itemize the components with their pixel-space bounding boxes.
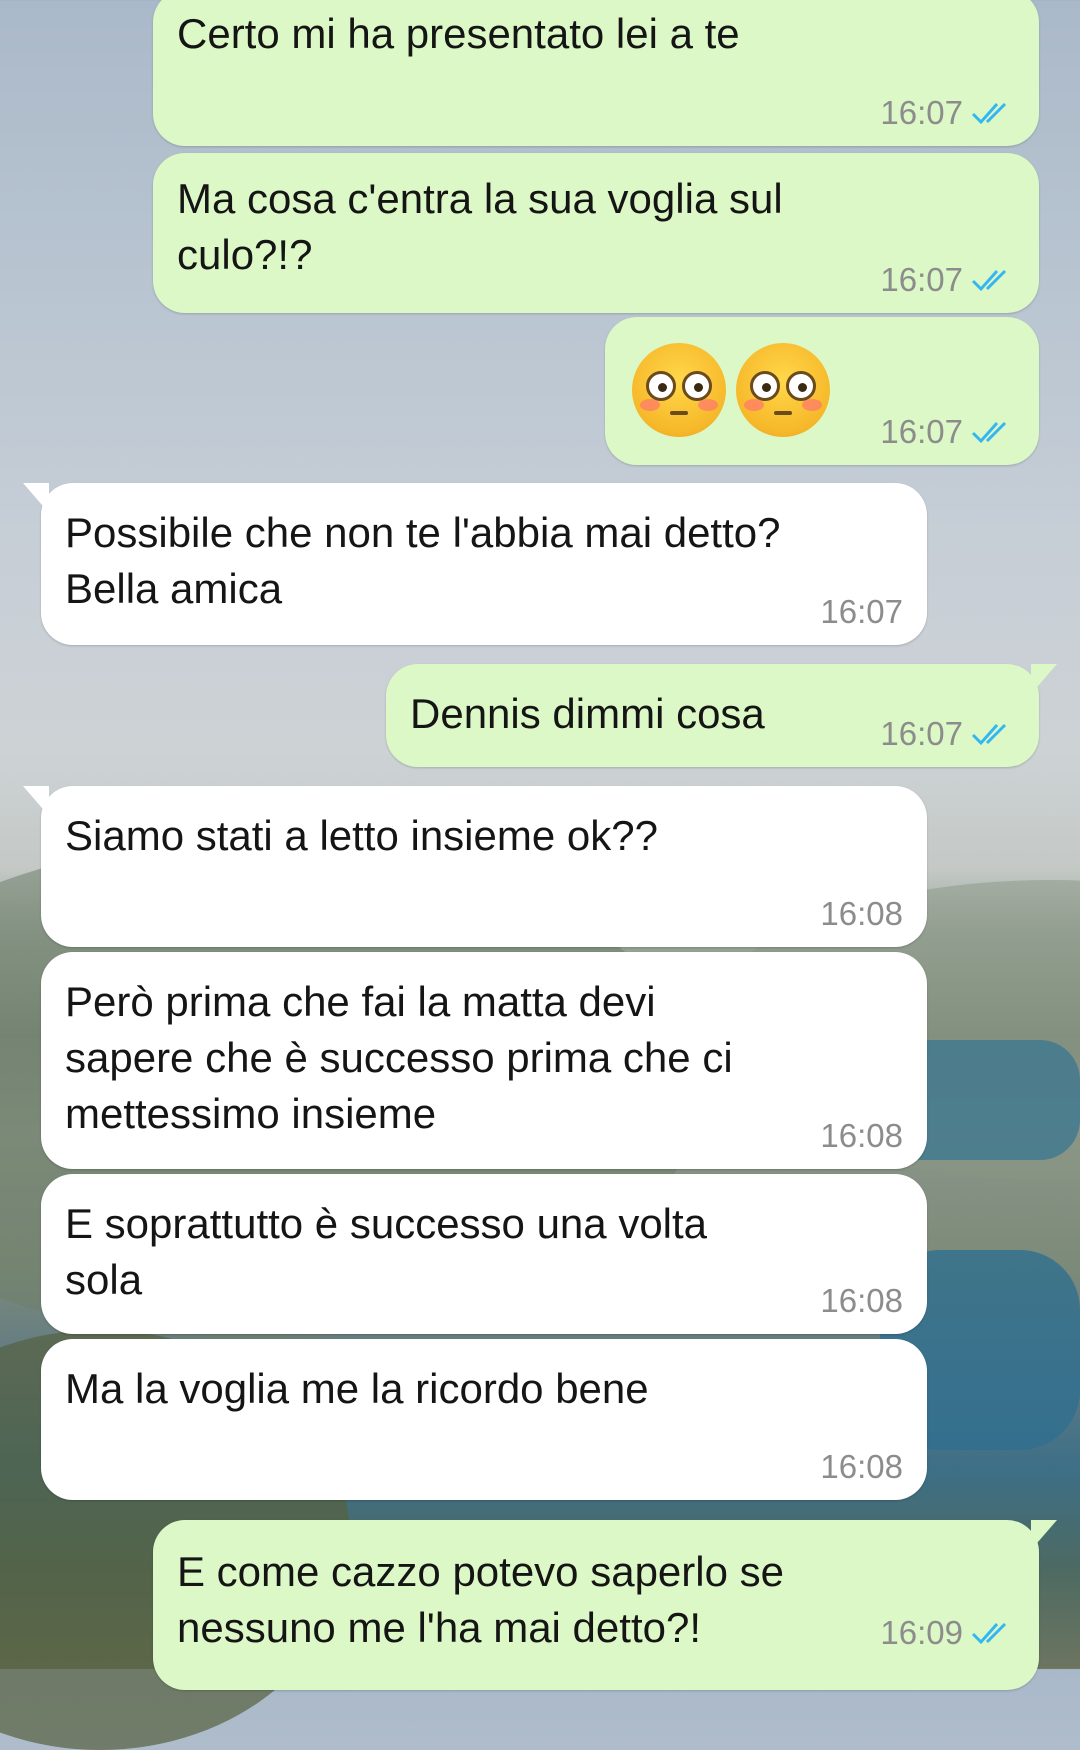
message-time: 16:07 bbox=[880, 715, 963, 752]
message-time: 16:07 bbox=[880, 413, 963, 450]
bubble-tail bbox=[23, 786, 49, 816]
read-ticks-icon bbox=[971, 1622, 1007, 1645]
message-bubble-outgoing[interactable]: Ma cosa c'entra la sua voglia sul culo?!… bbox=[153, 153, 1039, 313]
message-bubble-incoming[interactable]: Ma la voglia me la ricordo bene 16:08 bbox=[41, 1339, 927, 1500]
message-bubble-outgoing-emoji[interactable]: 16:07 bbox=[605, 317, 1039, 465]
flushed-face-emoji bbox=[632, 343, 726, 437]
message-text: Possibile che non te l'abbia mai detto? … bbox=[65, 509, 781, 612]
bubble-tail bbox=[1031, 1520, 1057, 1550]
message-bubble-outgoing[interactable]: E come cazzo potevo saperlo se nessuno m… bbox=[153, 1520, 1057, 1690]
message-bubble-outgoing[interactable]: Certo mi ha presentato lei a te 16:07 bbox=[153, 0, 1039, 146]
flushed-face-emoji bbox=[736, 343, 830, 437]
message-bubble-incoming[interactable]: E soprattutto è successo una volta sola … bbox=[41, 1174, 927, 1334]
message-text: Però prima che fai la matta devi sapere … bbox=[65, 978, 733, 1137]
message-time: 16:08 bbox=[820, 1448, 903, 1485]
message-time: 16:07 bbox=[820, 593, 903, 630]
message-text: Siamo stati a letto insieme ok?? bbox=[65, 812, 658, 859]
read-ticks-icon bbox=[971, 421, 1007, 444]
message-bubble-outgoing[interactable]: Dennis dimmi cosa 16:07 bbox=[386, 664, 1057, 767]
message-text: Ma la voglia me la ricordo bene bbox=[65, 1365, 649, 1412]
message-time: 16:08 bbox=[820, 895, 903, 932]
message-time: 16:07 bbox=[880, 94, 963, 131]
message-time: 16:09 bbox=[880, 1614, 963, 1651]
chat-thread[interactable]: Certo mi ha presentato lei a te 16:07 Ma… bbox=[0, 0, 1080, 1690]
message-bubble-incoming[interactable]: Però prima che fai la matta devi sapere … bbox=[41, 952, 927, 1169]
message-text: E soprattutto è successo una volta sola bbox=[65, 1200, 708, 1303]
bubble-tail bbox=[1031, 664, 1057, 694]
message-bubble-incoming[interactable]: Siamo stati a letto insieme ok?? 16:08 bbox=[23, 786, 927, 947]
message-time: 16:08 bbox=[820, 1282, 903, 1319]
read-ticks-icon bbox=[971, 102, 1007, 125]
bubble-tail bbox=[23, 483, 49, 513]
message-time: 16:07 bbox=[880, 261, 963, 298]
message-text: Certo mi ha presentato lei a te bbox=[177, 10, 740, 57]
message-time: 16:08 bbox=[820, 1117, 903, 1154]
message-bubble-incoming[interactable]: Possibile che non te l'abbia mai detto? … bbox=[23, 483, 927, 645]
read-ticks-icon bbox=[971, 269, 1007, 292]
read-ticks-icon bbox=[971, 723, 1007, 746]
